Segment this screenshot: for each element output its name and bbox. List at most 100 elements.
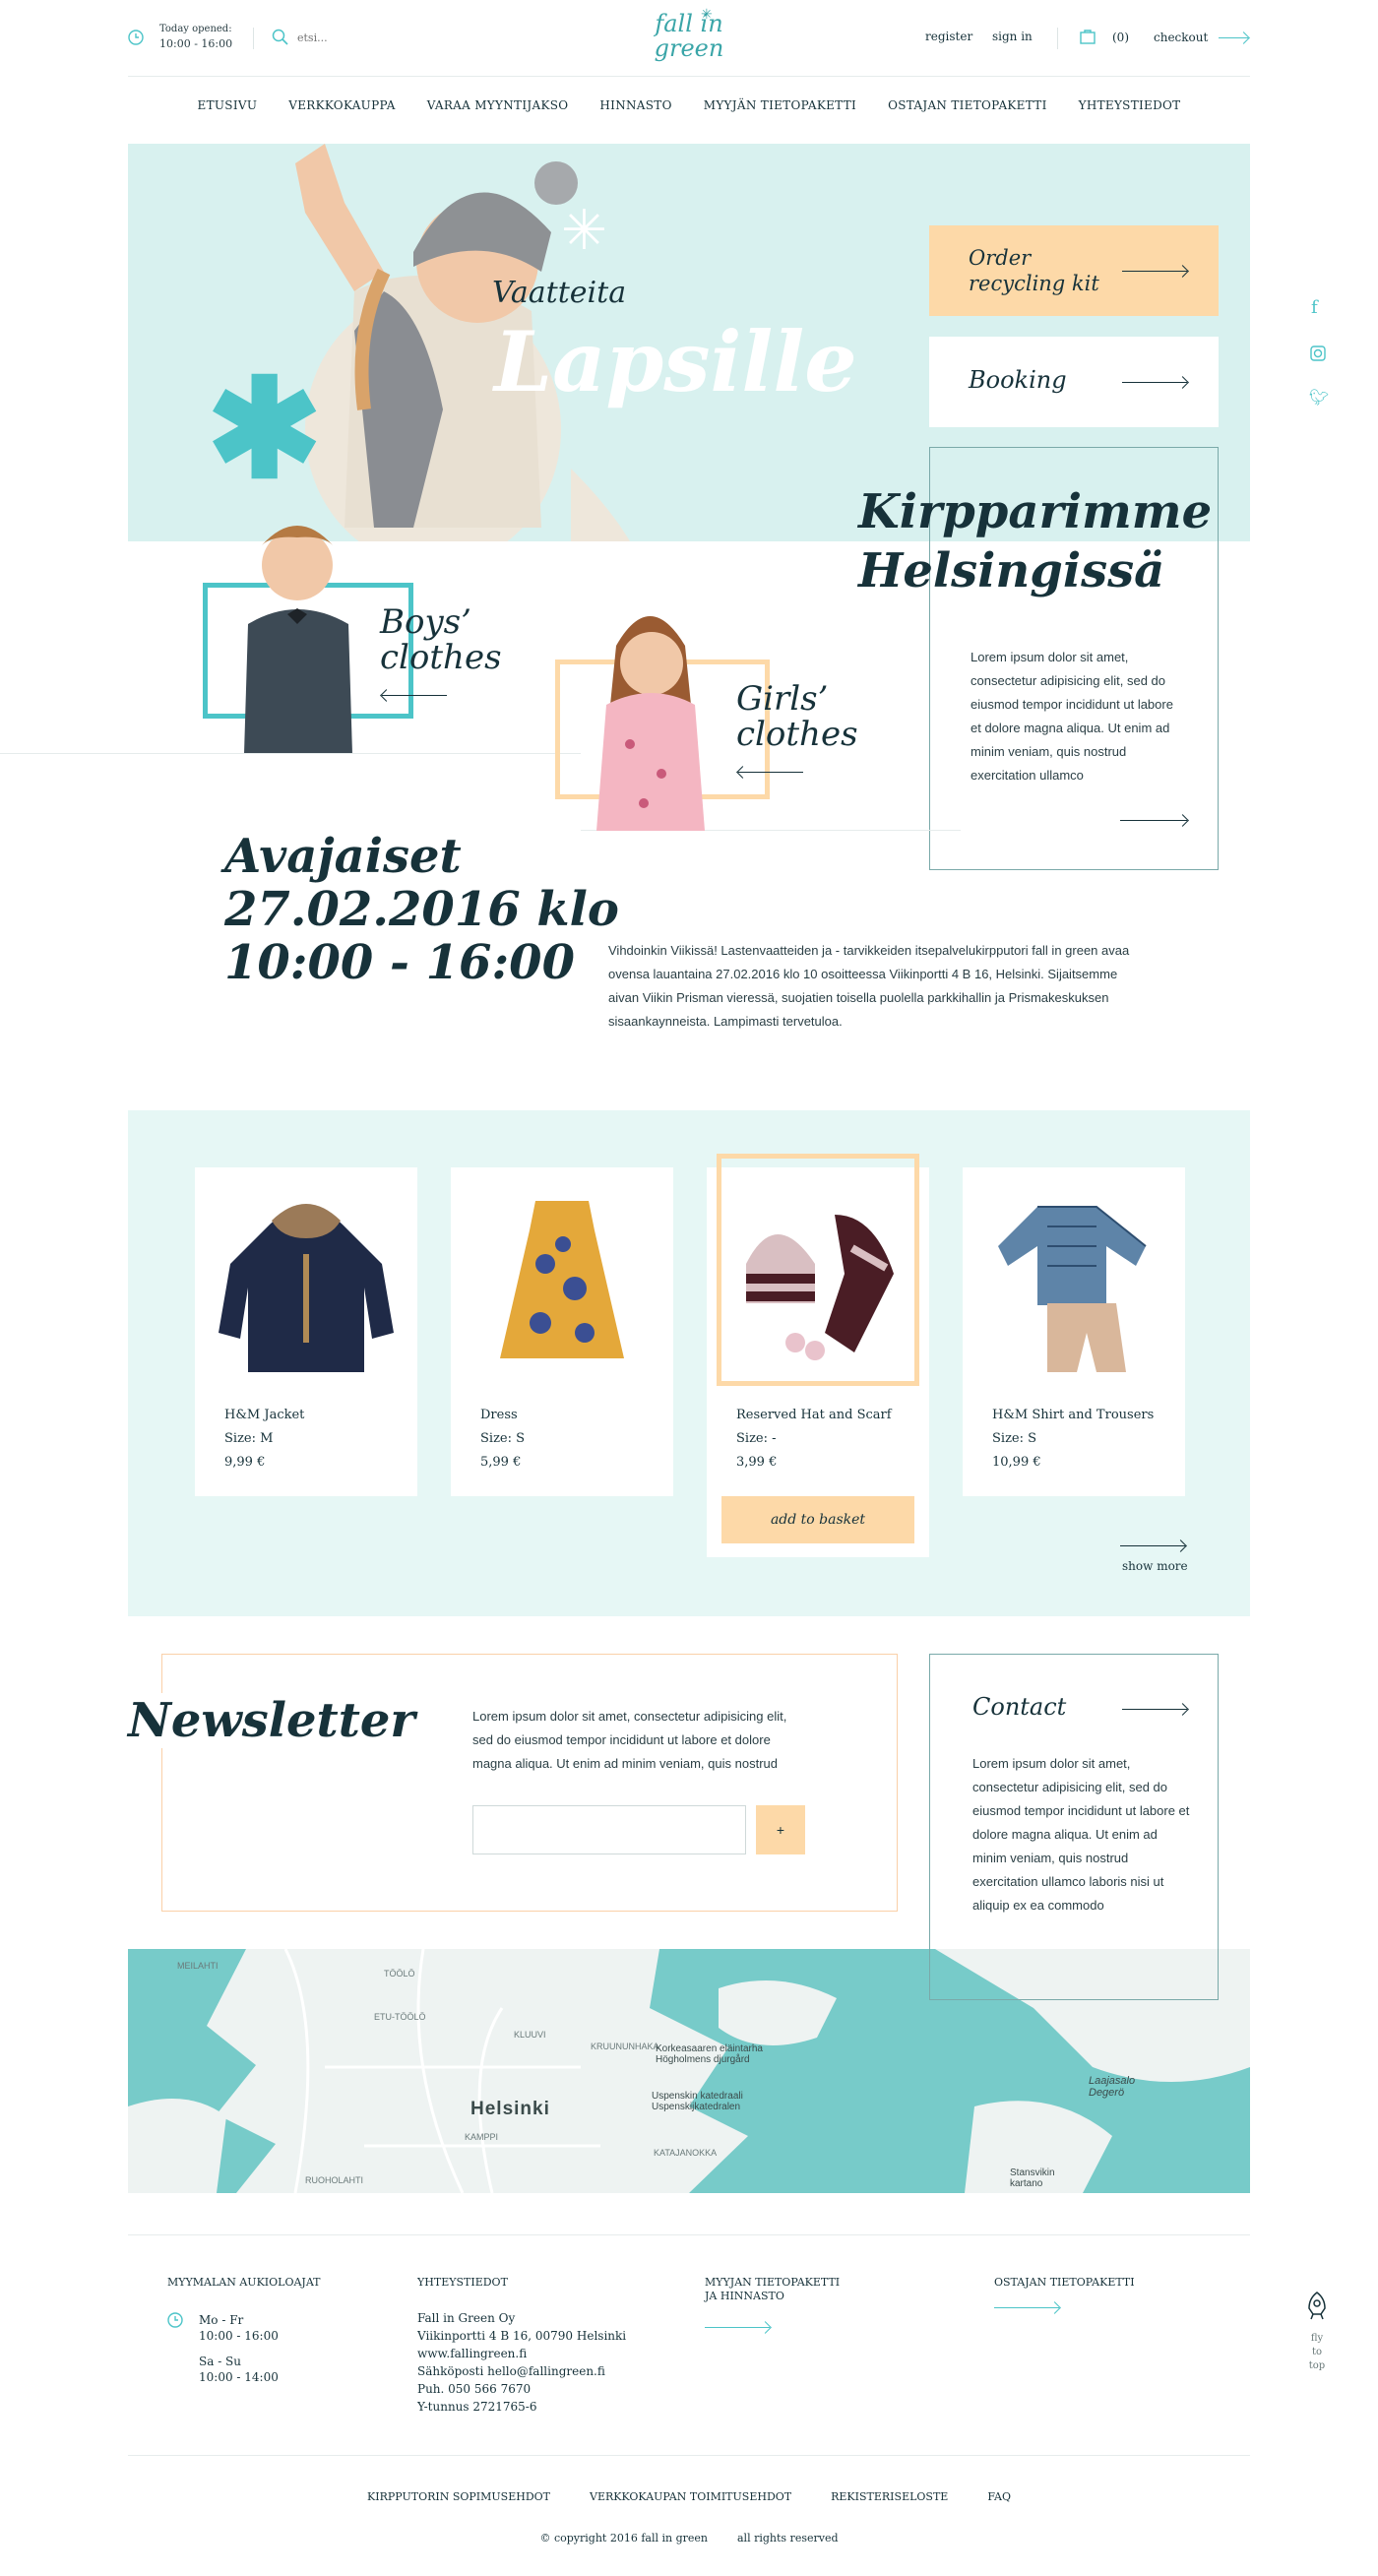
newsletter-submit-button[interactable]: + — [756, 1805, 805, 1854]
rocket-icon[interactable] — [1301, 2290, 1333, 2321]
nav-ostajan-tietopaketti[interactable]: OSTAJAN TIETOPAKETTI — [888, 98, 1047, 118]
map-label: Stansvikin kartano — [1010, 2168, 1055, 2189]
girls-title-line2[interactable]: clothes — [736, 715, 858, 754]
arrow-right-icon — [1122, 271, 1187, 272]
product-card[interactable]: H&M Jacket Size: M 9,99 € — [195, 1167, 417, 1496]
product-name: H&M Jacket — [224, 1408, 305, 1422]
twitter-icon[interactable]: 🐦︎ — [1309, 388, 1329, 408]
fly-to-top-line2[interactable]: to — [1297, 2347, 1337, 2357]
footer-hours-title: MYYMALAN AUKIOLOAJAT — [167, 2276, 321, 2289]
product-price: 10,99 € — [992, 1455, 1041, 1470]
map-label: KRUUNUNHAKA — [591, 2042, 659, 2051]
boys-title-line1[interactable]: Boys’ — [380, 602, 471, 642]
booking-button[interactable]: Booking — [929, 337, 1219, 427]
hero-title: Lapsille — [494, 313, 857, 410]
product-price: 3,99 € — [736, 1455, 778, 1470]
footer-contact-line: Viikinportti 4 B 16, 00790 Helsinki — [417, 2329, 627, 2343]
event-title-line1: Avajaiset — [224, 829, 462, 884]
footer-link[interactable]: KIRPPUTORIN SOPIMUSEHDOT — [367, 2490, 550, 2503]
footer-seller-title-line1[interactable]: MYYJAN TIETOPAKETTI — [705, 2276, 840, 2289]
newsletter-text: Lorem ipsum dolor sit amet, consectetur … — [472, 1709, 787, 1771]
register-link[interactable]: register — [925, 30, 972, 43]
footer-contact-line: Y-tunnus 2721765-6 — [417, 2400, 537, 2414]
show-more-arrow-icon[interactable] — [1120, 1545, 1185, 1546]
map-label: Laajasalo Degerö — [1089, 2075, 1136, 2099]
map-label: KAMPPI — [465, 2132, 499, 2142]
asterisk-small-icon: ✳ — [561, 199, 607, 261]
product-name: Dress — [480, 1408, 518, 1422]
search-icon[interactable] — [272, 29, 288, 45]
footer-link[interactable]: VERKKOKAUPAN TOIMITUSEHDOT — [590, 2490, 791, 2503]
facebook-icon[interactable]: f — [1311, 297, 1318, 318]
order-recycling-kit-button[interactable]: Order recycling kit — [929, 225, 1219, 316]
product-image-shirt-trousers — [998, 1206, 1147, 1372]
product-card-active[interactable]: Reserved Hat and Scarf Size: - 3,99 € ad… — [707, 1154, 929, 1557]
product-name: H&M Shirt and Trousers — [992, 1408, 1155, 1422]
map-label: Korkeasaaren eläintarha Högholmens djurg… — [656, 2043, 763, 2065]
newsletter-title: Newsletter — [128, 1693, 425, 1748]
contact-arrow-icon[interactable] — [1122, 1709, 1187, 1710]
show-more-link[interactable]: show more — [1122, 1559, 1188, 1573]
signin-link[interactable]: sign in — [992, 30, 1033, 43]
event-text: Vihdoinkin Viikissä! Lastenvaatteiden ja… — [608, 943, 1130, 1029]
nav-hinnasto[interactable]: HINNASTO — [599, 98, 671, 118]
asterisk-large-icon: ✱ — [207, 351, 323, 506]
footer-hours1: 10:00 - 16:00 — [199, 2329, 279, 2343]
footer-hours2: 10:00 - 14:00 — [199, 2370, 279, 2384]
booking-label: Booking — [969, 366, 1067, 394]
clock-icon — [167, 2312, 183, 2328]
add-to-basket-button[interactable]: add to basket — [721, 1496, 914, 1543]
logo-asterisk-icon: ✳ — [701, 6, 713, 22]
nav-myyjan-tietopaketti[interactable]: MYYJÄN TIETOPAKETTI — [704, 98, 856, 118]
cart-icon[interactable] — [1079, 28, 1096, 45]
fly-to-top-line3[interactable]: top — [1297, 2360, 1337, 2371]
product-card[interactable]: Dress Size: S 5,99 € — [451, 1167, 673, 1496]
nav-verkkokauppa[interactable]: VERKKOKAUPPA — [288, 98, 395, 118]
search-input[interactable] — [297, 28, 415, 47]
map-label: RUOHOLAHTI — [305, 2175, 364, 2185]
product-size: Size: M — [224, 1431, 274, 1446]
arrow-right-icon — [1122, 382, 1187, 383]
checkout-arrow-icon[interactable] — [1219, 37, 1248, 38]
boys-image — [244, 526, 352, 754]
product-size: Size: - — [736, 1431, 777, 1446]
header: Today opened: 10:00 - 16:00 fall in gree… — [128, 0, 1250, 77]
footer-link[interactable]: FAQ — [987, 2490, 1011, 2503]
arrow-left-icon[interactable] — [738, 772, 803, 773]
section-divider — [0, 753, 581, 754]
girls-title-line1[interactable]: Girls’ — [736, 679, 828, 719]
footer-buyer-title[interactable]: OSTAJAN TIETOPAKETTI — [994, 2276, 1135, 2289]
product-image-dress — [500, 1201, 624, 1358]
product-size: Size: S — [480, 1431, 526, 1446]
nav-yhteystiedot[interactable]: YHTEYSTIEDOT — [1079, 98, 1181, 118]
product-card[interactable]: H&M Shirt and Trousers Size: S 10,99 € — [963, 1167, 1185, 1496]
nav-etusivu[interactable]: ETUSIVU — [198, 98, 258, 118]
nav-varaa-myyntijakso[interactable]: VARAA MYYNTIJAKSO — [427, 98, 569, 118]
footer-contact-line[interactable]: Sähköposti hello@fallingreen.fi — [417, 2364, 605, 2378]
map-label: TÖÖLÖ — [384, 1969, 415, 1979]
footer-divider — [128, 2234, 1250, 2235]
footer-seller-arrow-icon[interactable] — [705, 2327, 770, 2328]
rights-text: all rights reserved — [737, 2532, 839, 2545]
checkout-link[interactable]: checkout — [1154, 31, 1208, 44]
fly-to-top-line1[interactable]: fly — [1297, 2333, 1337, 2344]
map-label: MEILAHTI — [177, 1961, 219, 1971]
product-image-jacket — [219, 1204, 394, 1372]
arrow-left-icon[interactable] — [382, 695, 447, 696]
footer-buyer-arrow-icon[interactable] — [994, 2307, 1059, 2308]
footer-link[interactable]: REKISTERISELOSTE — [831, 2490, 948, 2503]
logo-line1: fall in — [655, 10, 723, 37]
footer-seller-title-line2[interactable]: JA HINNASTO — [705, 2290, 784, 2302]
instagram-icon[interactable] — [1309, 345, 1327, 362]
map-label: KLUUVI — [514, 2030, 546, 2040]
logo[interactable]: fall in green ✳ — [640, 6, 738, 79]
newsletter-email-input[interactable] — [472, 1805, 746, 1854]
footer-contact-line[interactable]: www.fallingreen.fi — [417, 2347, 527, 2360]
copyright-row: © copyright 2016 fall in green all right… — [128, 2532, 1250, 2545]
boys-title-line2[interactable]: clothes — [380, 638, 502, 677]
info-arrow-icon[interactable] — [1120, 820, 1187, 821]
contact-title[interactable]: Contact — [972, 1693, 1066, 1721]
hero-subtitle: Vaatteita — [492, 276, 627, 310]
map-label: KATAJANOKKA — [654, 2148, 718, 2158]
cart-count[interactable]: (0) — [1112, 31, 1129, 44]
